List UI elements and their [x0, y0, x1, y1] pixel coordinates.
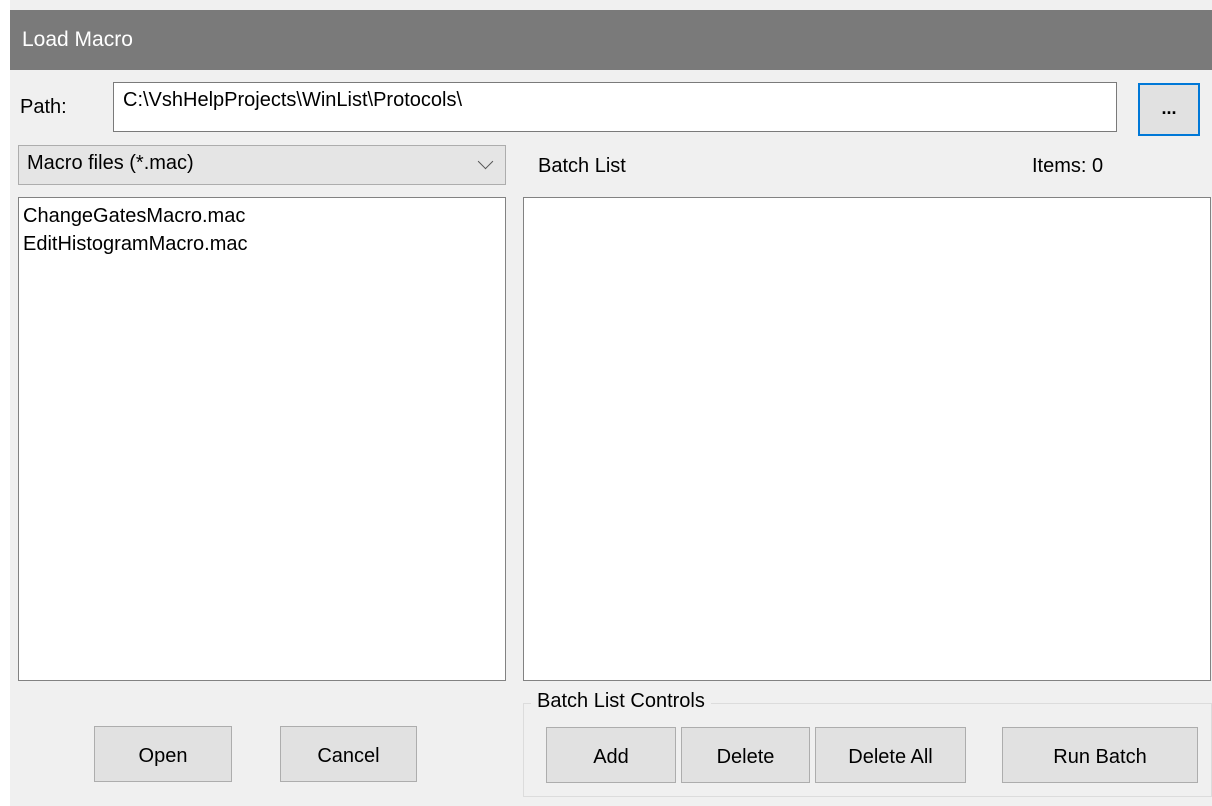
batch-items-count: Items: 0	[1032, 155, 1104, 177]
batch-list-title: Batch List	[538, 155, 626, 177]
delete-button[interactable]: Delete	[681, 727, 810, 783]
window-title: Load Macro	[22, 28, 133, 51]
title-bar[interactable]: Load Macro	[10, 10, 1212, 70]
browse-button[interactable]: ...	[1138, 83, 1200, 136]
run-batch-button[interactable]: Run Batch	[1002, 727, 1198, 783]
cancel-button[interactable]: Cancel	[280, 726, 417, 782]
macro-file-list[interactable]: ChangeGatesMacro.mac EditHistogramMacro.…	[18, 197, 506, 681]
chevron-down-icon	[477, 153, 494, 170]
add-button[interactable]: Add	[546, 727, 676, 783]
delete-all-button-label: Delete All	[848, 746, 933, 768]
batch-list[interactable]	[523, 197, 1211, 681]
run-batch-button-label: Run Batch	[1053, 746, 1147, 768]
list-item[interactable]: EditHistogramMacro.mac	[23, 230, 505, 258]
delete-all-button[interactable]: Delete All	[815, 727, 966, 783]
browse-button-label: ...	[1161, 98, 1177, 118]
file-type-selected: Macro files (*.mac)	[27, 152, 194, 174]
background-edge	[0, 0, 10, 806]
open-button-label: Open	[138, 745, 188, 767]
batch-controls-title: Batch List Controls	[531, 690, 711, 713]
add-button-label: Add	[593, 746, 629, 768]
list-item[interactable]: ChangeGatesMacro.mac	[23, 202, 505, 230]
open-button[interactable]: Open	[94, 726, 232, 782]
delete-button-label: Delete	[716, 746, 775, 768]
path-input[interactable]: C:\VshHelpProjects\WinList\Protocols\	[113, 82, 1117, 132]
file-type-select[interactable]: Macro files (*.mac)	[18, 145, 506, 185]
path-label: Path:	[20, 96, 67, 118]
cancel-button-label: Cancel	[317, 745, 380, 767]
load-macro-dialog: Load Macro Path: C:\VshHelpProjects\WinL…	[0, 0, 1212, 806]
